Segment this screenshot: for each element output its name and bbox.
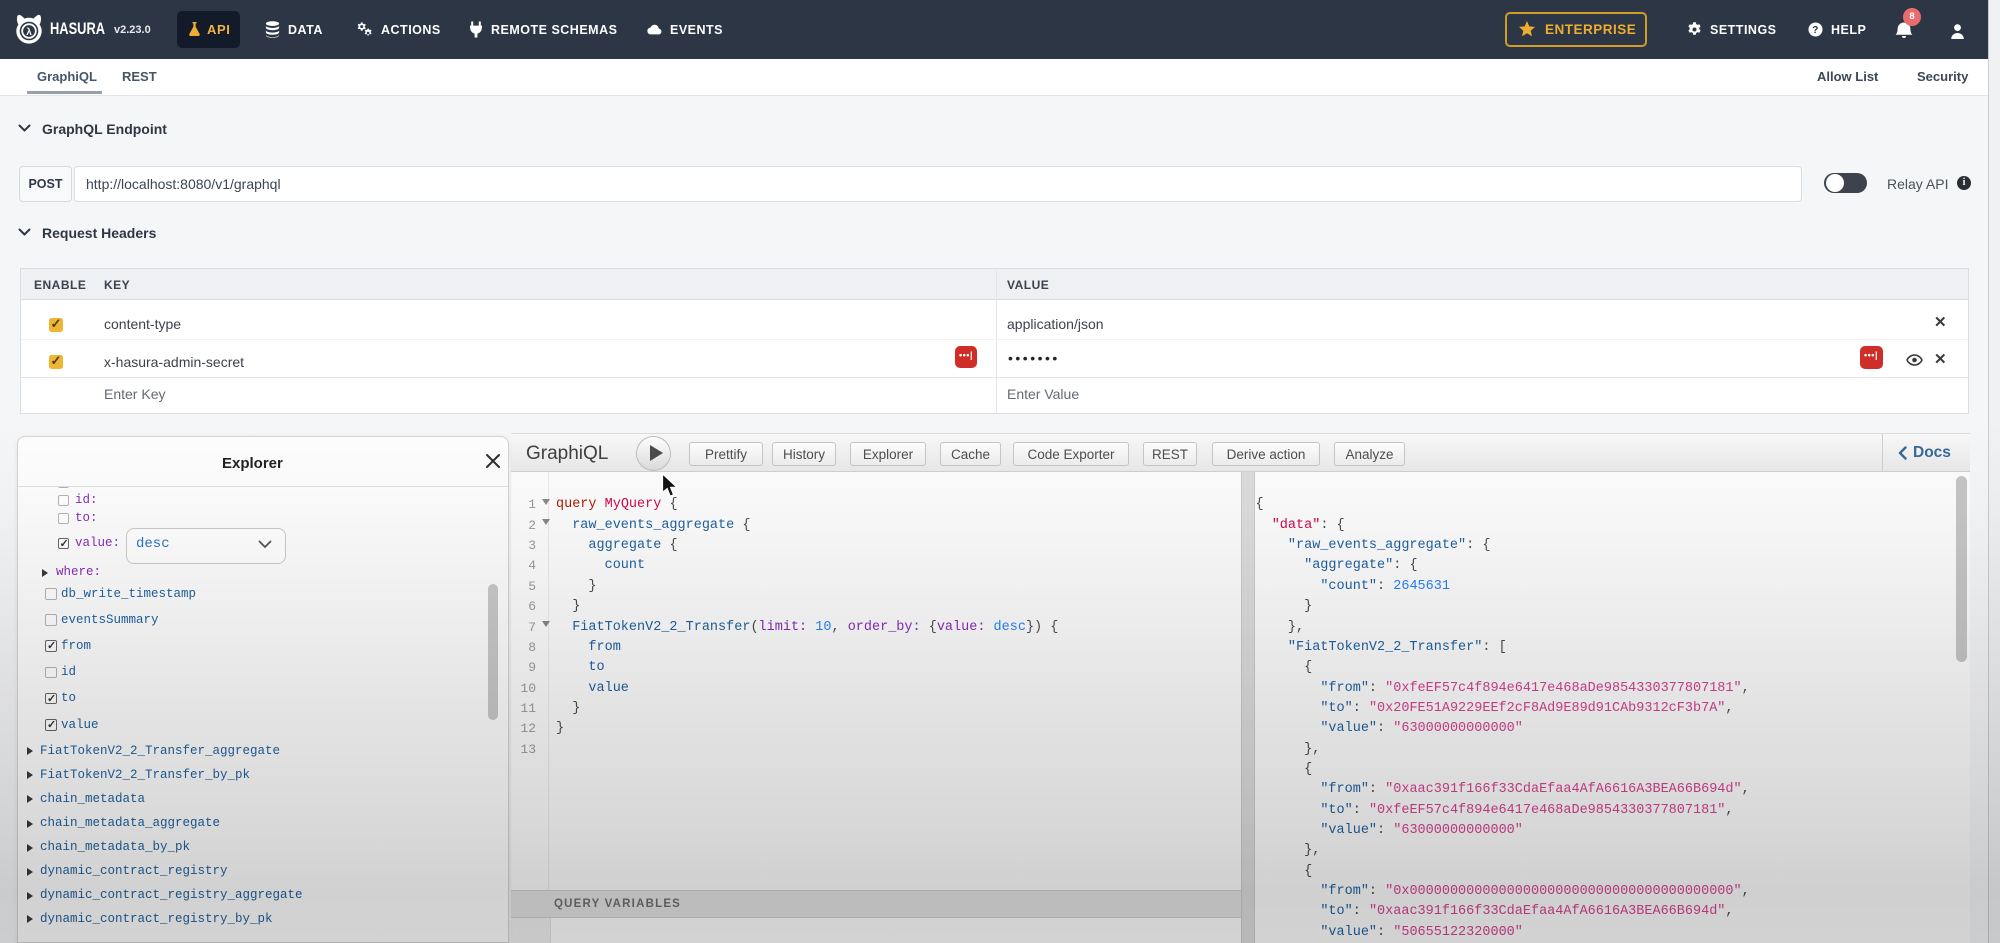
svg-text:?: ? <box>1812 25 1819 36</box>
svg-text:λ: λ <box>26 27 32 38</box>
